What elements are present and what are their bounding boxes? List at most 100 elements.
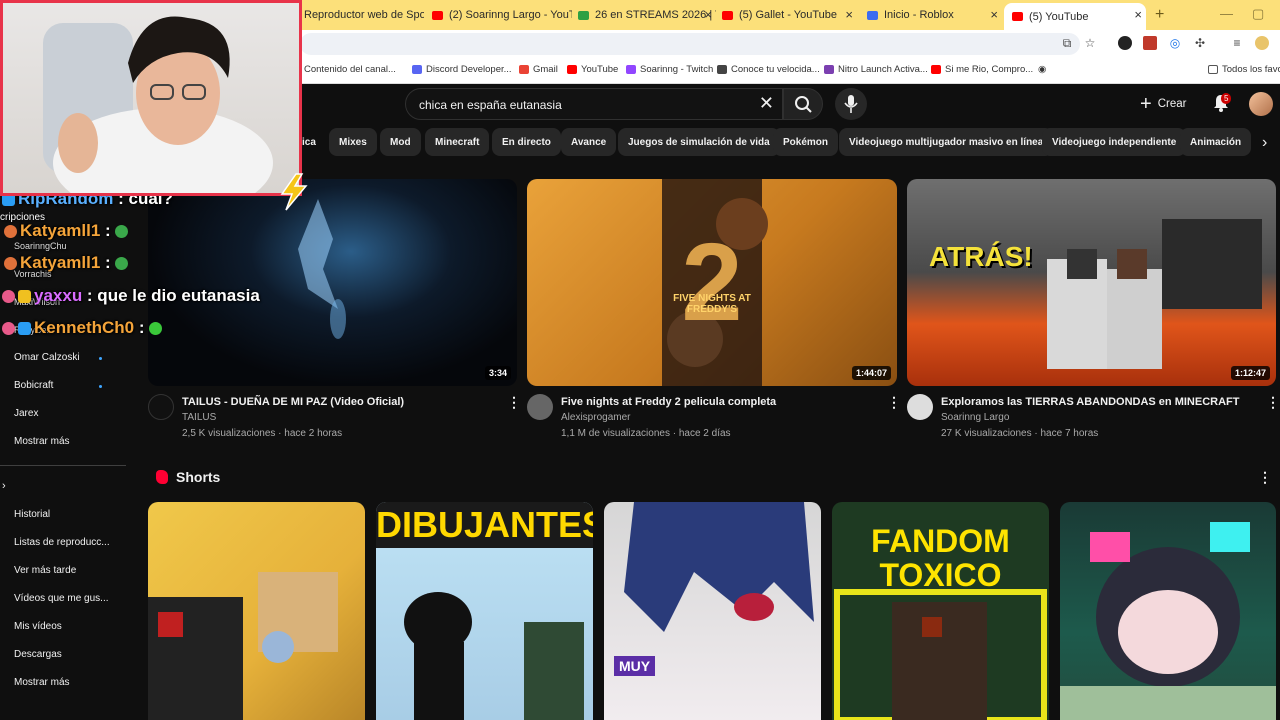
- address-bar[interactable]: [300, 33, 1080, 55]
- media-icon[interactable]: ≡: [1230, 36, 1244, 50]
- short-thumbnail[interactable]: FANDOM TOXICO: [832, 502, 1049, 720]
- chip[interactable]: Mod: [380, 128, 421, 156]
- extension-icon[interactable]: [1118, 36, 1132, 50]
- bookmark[interactable]: Conoce tu velocida...: [717, 64, 820, 75]
- channel-name[interactable]: Soarinng Largo: [941, 412, 1009, 423]
- voice-search-button[interactable]: [835, 88, 867, 120]
- more-options-icon[interactable]: ⋮: [507, 394, 521, 411]
- thumbnail-art: [1047, 219, 1262, 369]
- thumbnail-number: 2: [681, 221, 743, 344]
- live-dot: [99, 385, 102, 388]
- video-duration: 1:44:07: [851, 366, 891, 380]
- install-icon[interactable]: ⧉: [1060, 36, 1074, 50]
- tab-streams[interactable]: 26 en STREAMS 2026 | Tr ×: [578, 3, 716, 27]
- chip[interactable]: Juegos de simulación de vida: [618, 128, 780, 156]
- chip[interactable]: Pokémon: [773, 128, 839, 156]
- short-thumbnail[interactable]: [148, 502, 365, 720]
- more-options-icon[interactable]: ⋮: [1258, 469, 1272, 486]
- channel-avatar[interactable]: [148, 394, 174, 420]
- sidebar-sub-jarex[interactable]: Jarex: [14, 408, 38, 419]
- short-thumbnail[interactable]: [1060, 502, 1276, 720]
- chip[interactable]: En directo: [492, 128, 561, 156]
- tab-soarinng-youtube[interactable]: (2) Soarinng Largo - YouT: [432, 3, 572, 27]
- bookmark[interactable]: YouTube: [567, 64, 618, 75]
- plus-icon: +: [1140, 92, 1152, 115]
- divider: [0, 465, 126, 466]
- channel-avatar[interactable]: [907, 394, 933, 420]
- short-thumbnail[interactable]: DIBUJANTES: [376, 502, 593, 720]
- sidebar-item-my-videos[interactable]: Mis vídeos: [14, 621, 62, 632]
- close-icon[interactable]: ×: [1134, 7, 1142, 22]
- sidebar-item-history[interactable]: Historial: [14, 509, 50, 520]
- close-icon[interactable]: ×: [845, 7, 853, 22]
- channel-name[interactable]: TAILUS: [182, 412, 216, 423]
- more-options-icon[interactable]: ⋮: [887, 394, 901, 411]
- extension-icon[interactable]: [1143, 36, 1157, 50]
- channel-avatar[interactable]: [527, 394, 553, 420]
- chip[interactable]: Videojuego multijugador masivo en línea: [839, 128, 1054, 156]
- chevron-right-icon[interactable]: ›: [2, 480, 6, 492]
- account-avatar[interactable]: [1249, 92, 1273, 116]
- search-query: chica en españa eutanasia: [419, 98, 562, 112]
- new-tab-button[interactable]: +: [1155, 6, 1164, 24]
- chip[interactable]: Avance: [561, 128, 617, 156]
- folder-icon: [1208, 65, 1218, 74]
- bookmark[interactable]: Soarinng - Twitch: [626, 64, 713, 75]
- roblox-favicon-icon: [867, 10, 878, 20]
- video-title[interactable]: Five nights at Freddy 2 pelicula complet…: [561, 396, 776, 408]
- tab-roblox[interactable]: Inicio - Roblox ×: [867, 3, 1002, 27]
- video-thumbnail[interactable]: 2 FIVE NIGHTS AT FREDDY'S 1:44:07: [527, 179, 897, 386]
- video-title[interactable]: TAILUS - DUEÑA DE MI PAZ (Video Oficial): [182, 396, 404, 408]
- maximize-icon[interactable]: ▢: [1252, 6, 1264, 22]
- chat-username: Katyamll1: [20, 253, 101, 272]
- bookmark[interactable]: Nitro Launch Activa...: [824, 64, 928, 75]
- close-icon[interactable]: ×: [704, 7, 712, 22]
- chip[interactable]: Animación: [1180, 128, 1252, 156]
- tab-label: Reproductor web de Spo: [304, 9, 424, 21]
- create-button[interactable]: + Crear: [1140, 90, 1186, 118]
- sidebar-item-liked-videos[interactable]: Vídeos que me gus...: [14, 593, 109, 604]
- video-thumbnail[interactable]: 3:34: [148, 179, 517, 386]
- more-options-icon[interactable]: ⋮: [1266, 394, 1280, 411]
- short-thumbnail[interactable]: MUY: [604, 502, 821, 720]
- globe-icon[interactable]: ◉: [1038, 64, 1046, 75]
- close-icon[interactable]: ×: [990, 7, 998, 22]
- bookmark-folder[interactable]: Todos los favor: [1208, 64, 1280, 75]
- thumbnail-title: FIVE NIGHTS AT FREDDY'S: [673, 293, 751, 315]
- video-title[interactable]: Exploramos las TIERRAS ABANDONDAS en MIN…: [941, 396, 1239, 408]
- star-icon[interactable]: ☆: [1083, 36, 1097, 50]
- video-thumbnail[interactable]: ATRÁS! 1:12:47: [907, 179, 1276, 386]
- nitro-icon: [824, 65, 834, 74]
- channel-name[interactable]: Alexisprogamer: [561, 412, 630, 423]
- chip[interactable]: Mixes: [329, 128, 377, 156]
- extension-icon[interactable]: ◎: [1168, 36, 1182, 50]
- bookmark[interactable]: Gmail: [519, 64, 558, 75]
- profile-icon[interactable]: [1255, 36, 1269, 50]
- puzzle-icon[interactable]: ✣: [1193, 36, 1207, 50]
- badge-icon: [2, 290, 15, 304]
- sidebar-show-more[interactable]: Mostrar más: [14, 677, 70, 688]
- search-button[interactable]: [783, 88, 823, 120]
- chat-message: KennethCh0 :: [2, 318, 165, 338]
- tab-gallet-youtube[interactable]: (5) Gallet - YouTube ×: [722, 3, 857, 27]
- youtube-favicon-icon: [432, 10, 443, 20]
- clear-search-icon[interactable]: ✕: [759, 93, 774, 114]
- bookmark-label: Todos los favor: [1222, 64, 1280, 75]
- bookmark[interactable]: Discord Developer...: [412, 64, 512, 75]
- bookmark[interactable]: Contenido del canal...: [304, 64, 396, 75]
- chip[interactable]: Minecraft: [425, 128, 490, 156]
- sidebar-item-watch-later[interactable]: Ver más tarde: [14, 565, 76, 576]
- search-input[interactable]: chica en españa eutanasia ✕: [405, 88, 783, 120]
- bookmark[interactable]: Si me Rio, Compro...: [931, 64, 1033, 75]
- sidebar-show-more[interactable]: Mostrar más: [14, 436, 70, 447]
- minimize-icon[interactable]: —: [1220, 6, 1233, 21]
- sidebar-item-downloads[interactable]: Descargas: [14, 649, 62, 660]
- chevron-right-icon[interactable]: ›: [1262, 134, 1267, 152]
- sidebar-sub-omar-calzoski[interactable]: Omar Calzoski: [14, 352, 80, 363]
- sidebar-item-playlists[interactable]: Listas de reproducc...: [14, 537, 110, 548]
- tab-spotify[interactable]: Reproductor web de Spo: [304, 3, 424, 27]
- video-meta: 1,1 M de visualizaciones · hace 2 días: [561, 428, 731, 439]
- chip[interactable]: Videojuego independiente: [1042, 128, 1187, 156]
- sidebar-sub-bobicraft[interactable]: Bobicraft: [14, 380, 53, 391]
- tab-youtube-active[interactable]: (5) YouTube ×: [1004, 3, 1146, 30]
